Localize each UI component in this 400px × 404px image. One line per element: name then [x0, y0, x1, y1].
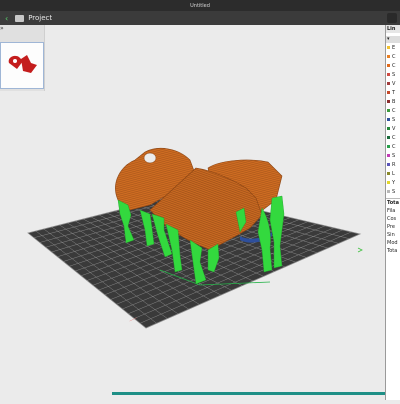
legend-item-label: S — [392, 71, 396, 78]
legend-item-label: C — [392, 134, 396, 141]
legend-item[interactable]: S — [386, 70, 400, 79]
legend-item[interactable]: R — [386, 160, 400, 169]
stat-line: Cos — [387, 216, 397, 222]
legend-item-label: T — [392, 89, 396, 96]
folder-icon[interactable] — [15, 14, 25, 22]
legend-item[interactable]: S — [386, 151, 400, 160]
window-control-button[interactable] — [387, 13, 397, 23]
legend-item[interactable]: T — [386, 88, 400, 97]
legend-swatch — [387, 154, 390, 157]
estimate-stats: Tota Fila Cos Pre Sin Mod Tota — [386, 198, 400, 255]
legend-swatch — [387, 163, 390, 166]
legend-swatch — [387, 55, 390, 58]
legend-item-label: C — [392, 62, 396, 69]
legend-item-label: C — [392, 107, 396, 114]
legend-item[interactable]: C — [386, 52, 400, 61]
legend-item-label: R — [392, 161, 396, 168]
legend-item-label: S — [392, 188, 396, 195]
object-thumbnail-panel: » — [0, 25, 45, 91]
stats-title: Tota — [387, 200, 399, 206]
stat-line: Fila — [387, 208, 396, 214]
legend-item-label: S — [392, 152, 396, 159]
stat-line: Tota — [387, 248, 398, 254]
legend-swatch — [387, 82, 390, 85]
legend-swatch — [387, 91, 390, 94]
back-arrow-icon[interactable]: ‹ — [5, 14, 8, 23]
slicing-progress-bar — [112, 392, 385, 395]
legend-item-label: C — [392, 143, 396, 150]
legend-item[interactable]: C — [386, 106, 400, 115]
legend-item-label: C — [392, 53, 396, 60]
legend-swatch — [387, 136, 390, 139]
legend-swatch — [387, 145, 390, 148]
legend-item-label: E — [392, 44, 396, 51]
legend-item-label: S — [392, 116, 396, 123]
scroll-arrows-icon[interactable]: » — [0, 25, 4, 32]
project-menu[interactable]: Project — [28, 14, 52, 22]
legend-swatch — [387, 46, 390, 49]
legend-item[interactable]: E — [386, 43, 400, 52]
legend-item[interactable]: V — [386, 124, 400, 133]
legend-item[interactable]: S — [386, 115, 400, 124]
legend-swatch — [387, 73, 390, 76]
legend-item-label: V — [392, 125, 396, 132]
title-bar: Untitled — [0, 0, 400, 11]
stat-line: Pre — [387, 224, 395, 230]
legend-item-label: Y — [392, 179, 396, 186]
legend-swatch — [387, 181, 390, 184]
legend-swatch — [387, 190, 390, 193]
view-type-select[interactable]: ▾ — [386, 36, 400, 43]
stat-line: Mod — [387, 240, 398, 246]
legend-swatch — [387, 64, 390, 67]
legend-swatch — [387, 172, 390, 175]
legend-item-label: V — [392, 80, 396, 87]
legend-item[interactable]: C — [386, 142, 400, 151]
legend-item[interactable]: B — [386, 97, 400, 106]
legend-item-label: B — [392, 98, 396, 105]
legend-item-label: L — [392, 170, 395, 177]
legend-panel: Lin ▾ ECCSVTBCSVCCSRLYS Tota Fila Cos Pr… — [385, 25, 400, 400]
legend-item[interactable]: V — [386, 79, 400, 88]
legend-item[interactable]: S — [386, 187, 400, 196]
legend-item[interactable]: Y — [386, 178, 400, 187]
object-thumbnail[interactable] — [0, 42, 44, 89]
legend-item[interactable]: L — [386, 169, 400, 178]
legend-header: Lin — [386, 25, 400, 33]
legend-swatch — [387, 109, 390, 112]
legend-item[interactable]: C — [386, 61, 400, 70]
stat-line: Sin — [387, 232, 395, 238]
legend-swatch — [387, 100, 390, 103]
legend-swatch — [387, 127, 390, 130]
menu-bar: ‹ Project — [0, 11, 400, 25]
3d-viewport[interactable]: —— — [0, 25, 385, 400]
legend-swatch — [387, 118, 390, 121]
legend-item[interactable]: C — [386, 133, 400, 142]
window-title: Untitled — [190, 2, 210, 9]
